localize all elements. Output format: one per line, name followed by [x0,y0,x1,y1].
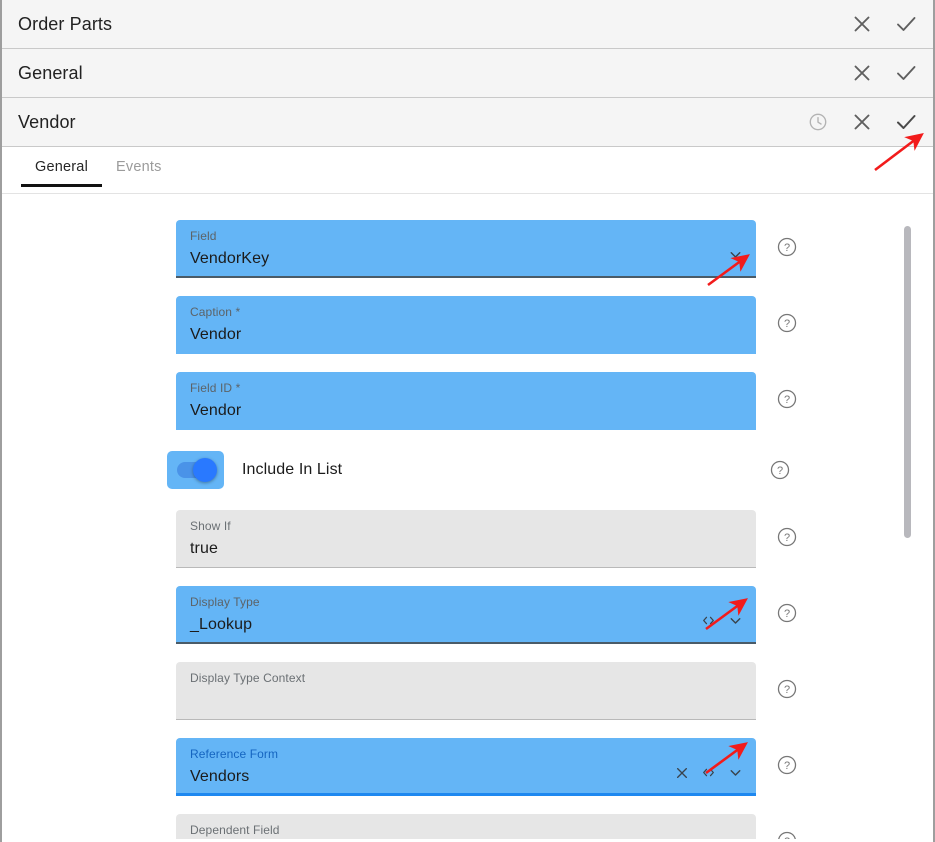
field-value: Vendors [190,768,250,785]
code-brackets-icon[interactable] [699,764,718,786]
field-label: Show If [190,519,231,533]
form-body: Field VendorKey ? Caption * Vendor ? Fie… [1,194,934,839]
field-input-show-if[interactable]: Show If true [176,510,756,568]
svg-text:?: ? [784,836,790,839]
help-icon[interactable]: ? [776,754,798,776]
field-input-display-type[interactable]: Display Type _Lookup [176,586,756,644]
svg-text:?: ? [784,684,790,696]
toggle-knob [192,458,217,482]
svg-text:?: ? [784,394,790,406]
field-label: Display Type [190,595,260,609]
svg-text:?: ? [784,608,790,620]
svg-text:?: ? [784,318,790,330]
field-label: Field [190,229,217,243]
close-icon[interactable] [840,2,884,46]
field-label: Reference Form [190,747,279,761]
dialog-header-vendor: Vendor [1,98,934,147]
dialog-header-general: General [1,49,934,98]
tab-events[interactable]: Events [102,159,176,187]
help-icon[interactable]: ? [776,388,798,410]
form-row-caption: Caption * Vendor ? [1,296,934,354]
field-value: Vendor [190,326,242,343]
field-icon-group [727,246,744,268]
chevron-down-icon[interactable] [727,764,744,786]
help-icon[interactable]: ? [776,602,798,624]
vertical-scrollbar[interactable] [904,224,911,624]
tab-bar: General Events [1,147,934,194]
dialog-actions-general [840,51,928,95]
chevron-down-icon[interactable] [727,246,744,268]
field-value: VendorKey [190,250,270,267]
field-input-dependent-field[interactable]: Dependent Field [176,814,756,839]
form-row-show-if: Show If true ? [1,510,934,568]
field-input-display-type-context[interactable]: Display Type Context [176,662,756,720]
confirm-check-icon[interactable] [884,100,928,144]
field-label: Display Type Context [190,671,306,685]
tab-general-label: General [35,159,88,175]
confirm-check-icon[interactable] [884,2,928,46]
order-parts-dialog-stack: Order Parts General Vendor General Event… [0,0,935,842]
dialog-header-order-parts: Order Parts [1,0,934,49]
help-icon[interactable]: ? [776,236,798,258]
history-clock-icon[interactable] [796,100,840,144]
svg-text:?: ? [784,532,790,544]
field-label: Dependent Field [190,823,280,837]
help-icon[interactable]: ? [776,830,798,839]
dialog-title-general: General [18,62,83,83]
close-icon[interactable] [840,100,884,144]
field-value: Vendor [190,402,242,419]
help-icon[interactable]: ? [776,312,798,334]
code-brackets-icon[interactable] [699,612,718,634]
form-row-display-type-context: Display Type Context ? [1,662,934,720]
form-row-display-type: Display Type _Lookup ? [1,586,934,644]
help-icon[interactable]: ? [776,678,798,700]
field-icon-group [699,612,744,634]
toggle-track [176,458,217,482]
field-icon-group [674,764,744,786]
field-value: _Lookup [190,616,253,633]
include-in-list-label: Include In List [242,461,343,478]
form-row-field: Field VendorKey ? [1,220,934,278]
field-value: true [190,540,218,557]
help-icon[interactable]: ? [769,459,791,481]
scrollbar-thumb[interactable] [904,226,911,538]
svg-text:?: ? [777,465,783,477]
field-input-reference-form[interactable]: Reference Form Vendors [176,738,756,796]
field-input-field-id[interactable]: Field ID * Vendor [176,372,756,430]
field-input-caption[interactable]: Caption * Vendor [176,296,756,354]
field-input-field[interactable]: Field VendorKey [176,220,756,278]
panel-right-edge [933,0,934,842]
svg-text:?: ? [784,760,790,772]
tab-general[interactable]: General [21,159,102,187]
tab-events-label: Events [116,159,162,175]
field-label: Caption * [190,305,241,319]
form-row-field-id: Field ID * Vendor ? [1,372,934,430]
dialog-title-order-parts: Order Parts [18,13,113,34]
panel-left-edge [1,0,2,842]
confirm-check-icon[interactable] [884,51,928,95]
chevron-down-icon[interactable] [727,612,744,634]
dialog-actions-vendor [796,100,928,144]
close-icon[interactable] [840,51,884,95]
clear-close-icon[interactable] [674,765,690,786]
dialog-actions-order-parts [840,2,928,46]
field-label: Field ID * [190,381,241,395]
form-row-dependent-field: Dependent Field ? [1,814,934,839]
form-row-include-in-list: Include In List ? [1,448,934,492]
include-in-list-toggle[interactable] [167,451,224,489]
form-row-reference-form: Reference Form Vendors ? [1,738,934,796]
dialog-title-vendor: Vendor [18,111,76,132]
svg-text:?: ? [784,242,790,254]
help-icon[interactable]: ? [776,526,798,548]
